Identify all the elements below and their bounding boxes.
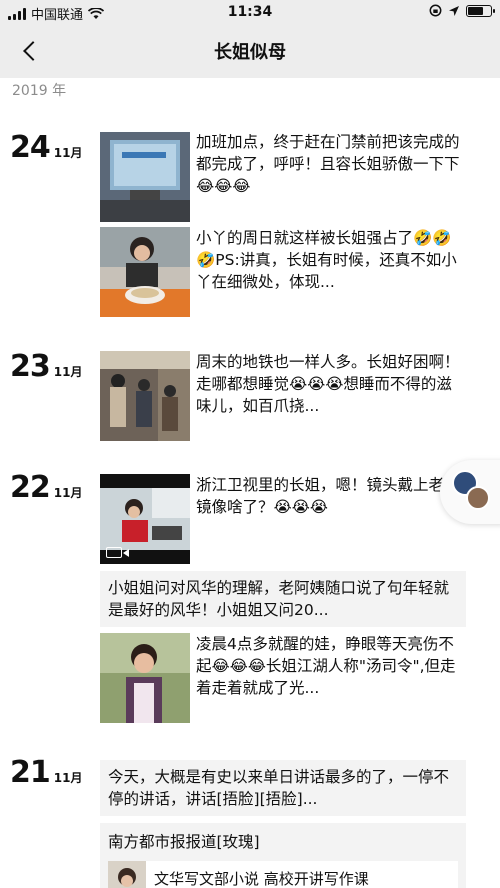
- day-number: 23: [10, 349, 51, 384]
- article-card[interactable]: 文华写文部小说 高校开讲写作课: [108, 861, 458, 888]
- month-label: 11月: [53, 365, 83, 379]
- date-header: 23 11月: [10, 349, 82, 384]
- location-icon: [449, 5, 459, 16]
- subway-photo: [100, 351, 190, 441]
- floating-window-button[interactable]: [440, 460, 500, 524]
- post-thumbnail[interactable]: [100, 227, 190, 317]
- post-text: 小姐姐问对风华的理解，老阿姨随口说了句年轻就是最好的风华！小姐姐又问20...: [108, 579, 450, 619]
- page-title: 长姐似母: [214, 42, 286, 63]
- post-text[interactable]: 加班加点，终于赶在门禁前把该完成的都完成了，呼呼！且容长姐骄傲一下下😂😂😂: [196, 131, 466, 197]
- dining-photo: [100, 227, 190, 317]
- text-only-post[interactable]: 今天，大概是有史以来单日讲话最多的了，一停不停的讲话，讲话[捂脸][捂脸]...: [100, 760, 466, 816]
- text-only-post[interactable]: 小姐姐问对风华的理解，老阿姨随口说了句年轻就是最好的风华！小姐姐又问20...: [100, 571, 466, 627]
- video-icon: [106, 547, 129, 558]
- post-thumbnail[interactable]: [100, 633, 190, 723]
- day-number: 24: [10, 130, 51, 165]
- month-label: 11月: [53, 771, 83, 785]
- day-number: 21: [10, 755, 51, 790]
- month-label: 11月: [53, 486, 83, 500]
- day-number: 22: [10, 470, 51, 505]
- post-thumbnail[interactable]: [100, 132, 190, 222]
- portrait-photo: [100, 633, 190, 723]
- date-header: 24 11月: [10, 130, 82, 165]
- post-text[interactable]: 凌晨4点多就醒的娃，睁眼等天亮伤不起😂😂😂长姐江湖人称"汤司令",但走着走着就成…: [196, 633, 466, 699]
- post-text[interactable]: 浙江卫视里的长姐，嗯！镜头戴上老花镜像啥了？😭😭😭: [196, 474, 466, 518]
- date-header: 22 11月: [10, 470, 82, 505]
- moments-feed[interactable]: 24 11月 加班加点，终于赶在门禁前把该完成的都完成了，呼呼！且容长姐骄傲一下…: [0, 100, 500, 888]
- video-thumbnail[interactable]: [100, 474, 190, 564]
- post-text[interactable]: 周末的地铁也一样人多。长姐好困啊！走哪都想睡觉😭😭😭想睡而不得的滋味儿，如百爪挠…: [196, 351, 466, 417]
- article-thumbnail: [108, 861, 146, 888]
- avatar: [466, 486, 490, 510]
- battery-icon: [466, 4, 495, 17]
- month-label: 11月: [53, 146, 83, 160]
- post-text: 南方都市报报道[玫瑰]: [108, 833, 260, 851]
- article-title: 文华写文部小说 高校开讲写作课: [154, 870, 369, 888]
- shared-article-post[interactable]: 南方都市报报道[玫瑰] 文华写文部小说 高校开讲写作课: [100, 823, 466, 888]
- status-bar: 中国联通 11:34: [0, 0, 500, 24]
- post-text[interactable]: 小丫的周日就这样被长姐强占了🤣🤣🤣PS:讲真，长姐有时候，还真不如小丫在细微处，…: [196, 227, 466, 293]
- rotation-lock-icon: [429, 4, 442, 17]
- post-thumbnail[interactable]: [100, 351, 190, 441]
- post-text: 今天，大概是有史以来单日讲话最多的了，一停不停的讲话，讲话[捂脸][捂脸]...: [108, 768, 450, 808]
- clock: 11:34: [227, 4, 273, 20]
- nav-bar: 长姐似母: [0, 24, 500, 78]
- year-label: 2019 年: [12, 83, 67, 99]
- date-header: 21 11月: [10, 755, 82, 790]
- status-icons: [429, 4, 495, 17]
- office-photo: [100, 132, 190, 222]
